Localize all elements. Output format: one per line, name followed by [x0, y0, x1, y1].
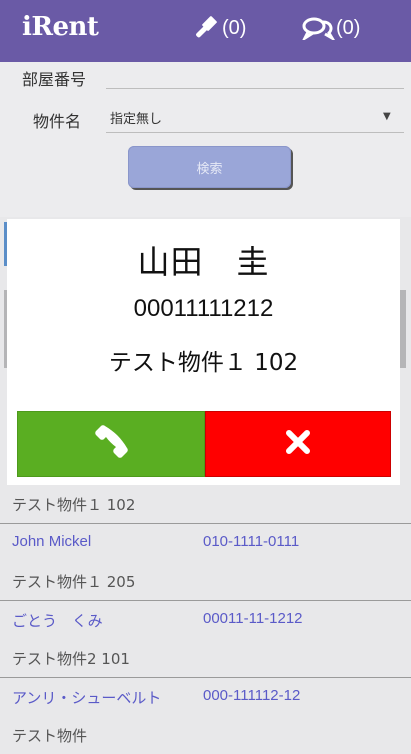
list-item[interactable]: テスト物件１ 102 — [0, 485, 411, 524]
caller-phone: 00011111212 — [133, 295, 274, 322]
cancel-button[interactable] — [205, 411, 391, 477]
caller-property: テスト物件１ 102 — [108, 350, 299, 376]
chat-count: (0) — [336, 16, 361, 39]
list-item-name[interactable]: アンリ・シューベルト — [12, 687, 161, 708]
auction-button[interactable]: (0) — [193, 16, 246, 40]
list-item-phone[interactable]: 010-1111-0111 — [203, 533, 299, 550]
list-item[interactable]: テスト物件１ 205 — [0, 562, 411, 601]
search-button[interactable]: 検索 — [128, 146, 291, 188]
list-item[interactable]: テスト物件2 101 — [0, 639, 411, 678]
app-brand[interactable]: iRent — [22, 12, 99, 42]
room-number-label: 部屋番号 — [22, 70, 87, 89]
caller-name: 山田 圭 — [137, 243, 270, 281]
property-label: 物件名 — [33, 112, 82, 131]
property-select-value: 指定無し — [110, 112, 163, 127]
list-item-property: テスト物件１ 205 — [12, 573, 136, 591]
list-item-name[interactable]: ごとう くみ — [12, 610, 103, 631]
list-item[interactable]: John Mickel 010-1111-0111 — [0, 524, 411, 562]
list-item[interactable]: アンリ・シューベルト 000-111112-12 — [0, 678, 411, 716]
phone-icon — [91, 422, 131, 466]
list-item[interactable]: ごとう くみ 00011-11-1212 — [0, 601, 411, 639]
gavel-icon — [193, 16, 221, 40]
room-number-input[interactable] — [106, 88, 404, 89]
list-item-phone[interactable]: 000-111112-12 — [203, 687, 300, 704]
close-icon — [284, 428, 312, 460]
list-item-property: テスト物件１ 102 — [12, 496, 136, 514]
list-item-property: テスト物件 — [12, 727, 88, 745]
chevron-down-icon: ▼ — [383, 111, 391, 122]
search-form: 部屋番号 物件名 指定無し ▼ 検索 — [0, 62, 411, 217]
list-item-name[interactable]: John Mickel — [12, 533, 91, 550]
chat-button[interactable]: (0) — [301, 16, 360, 40]
call-button[interactable] — [17, 411, 205, 477]
property-select-underline — [106, 132, 404, 133]
list-item[interactable]: テスト物件 — [0, 716, 411, 754]
chat-bubbles-icon — [301, 16, 335, 40]
auction-count: (0) — [222, 16, 247, 39]
contact-list: テスト物件１ 102 John Mickel 010-1111-0111 テスト… — [0, 485, 411, 754]
app-header: iRent (0) (0) — [0, 0, 411, 62]
call-dialog: 山田 圭 00011111212 テスト物件１ 102 — [7, 219, 400, 485]
list-item-property: テスト物件2 101 — [12, 650, 130, 668]
list-item-phone[interactable]: 00011-11-1212 — [203, 610, 303, 627]
